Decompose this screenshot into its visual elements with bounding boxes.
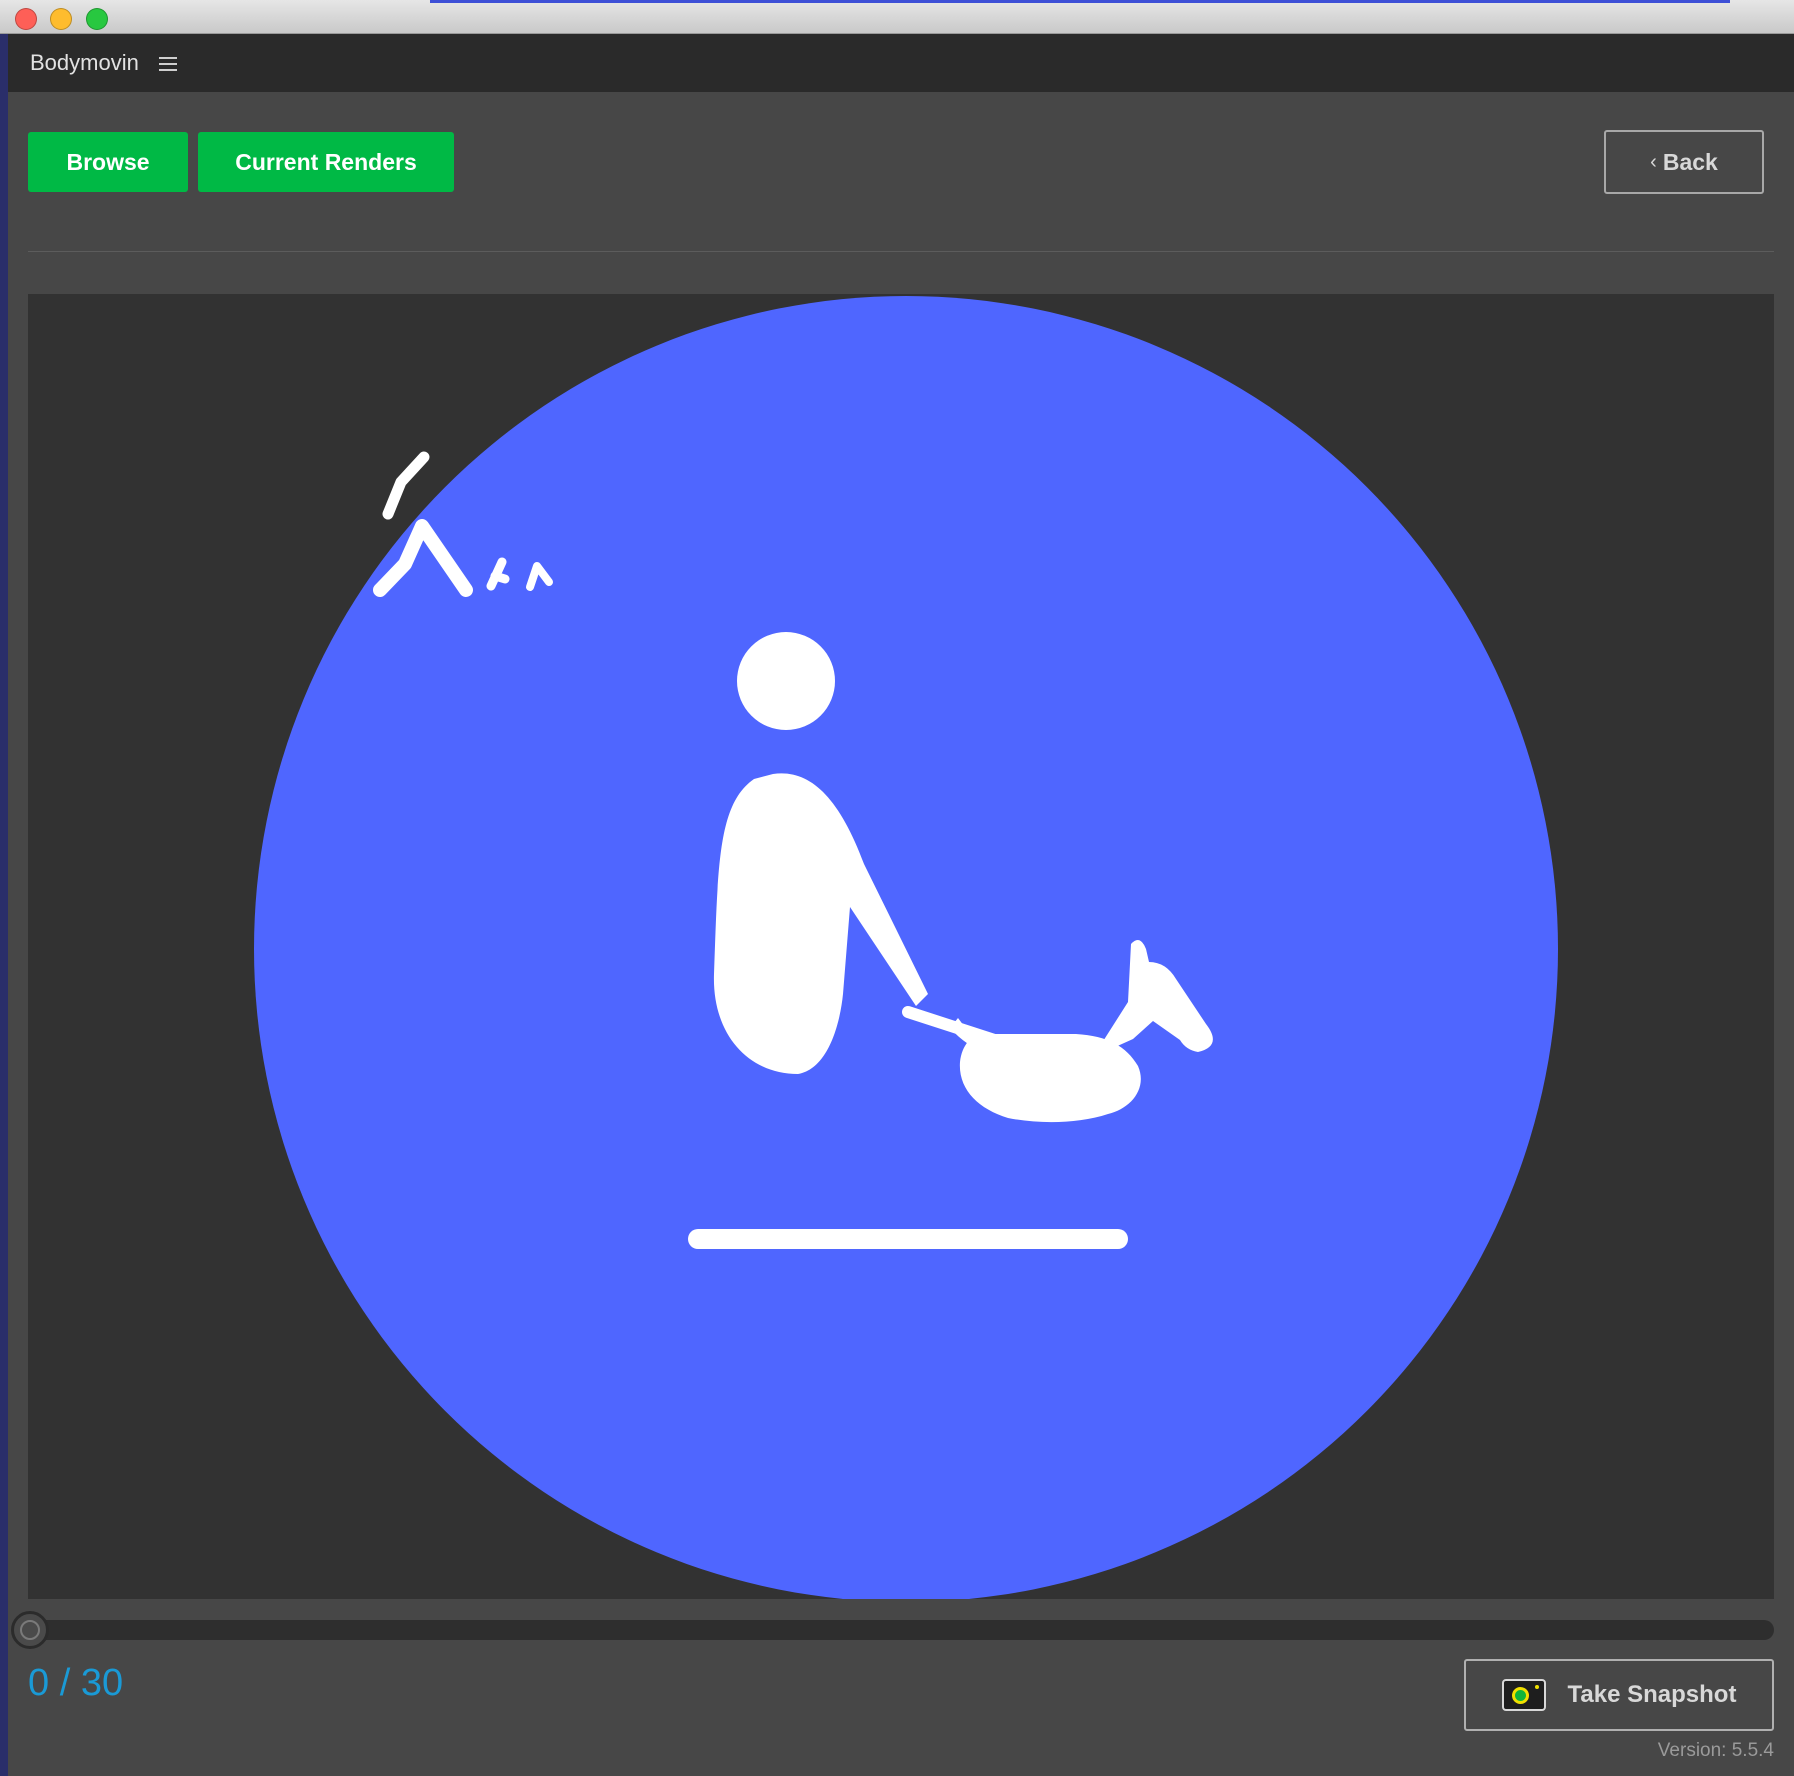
browse-button[interactable]: Browse bbox=[28, 132, 188, 192]
preview-circle bbox=[254, 296, 1558, 1599]
hamburger-menu-icon[interactable] bbox=[158, 55, 179, 71]
close-window-button[interactable] bbox=[15, 8, 37, 30]
version-label: Version: 5.5.4 bbox=[1657, 1740, 1774, 1761]
panel-header: Bodymovin bbox=[8, 34, 1794, 92]
window-titlebar bbox=[0, 0, 1794, 34]
timeline-slider-track[interactable] bbox=[28, 1620, 1774, 1640]
maximize-window-button[interactable] bbox=[86, 8, 108, 30]
frame-separator: / bbox=[49, 1662, 81, 1704]
background-window-edge bbox=[0, 34, 8, 1776]
camera-icon bbox=[1501, 1679, 1546, 1711]
timeline-slider-thumb[interactable] bbox=[11, 1611, 49, 1649]
animation-canvas bbox=[254, 296, 1558, 1599]
animation-preview bbox=[28, 294, 1774, 1599]
back-button[interactable]: ‹ Back bbox=[1604, 130, 1764, 194]
total-frames: 30 bbox=[80, 1662, 124, 1704]
minimize-window-button[interactable] bbox=[50, 8, 72, 30]
titlebar-accent-stripe bbox=[430, 0, 1730, 3]
take-snapshot-label: Take Snapshot bbox=[1567, 1681, 1737, 1708]
back-button-label: Back bbox=[1662, 148, 1718, 175]
toolbar-divider bbox=[28, 251, 1774, 252]
current-frame: 0 bbox=[28, 1662, 50, 1704]
take-snapshot-button[interactable]: Take Snapshot bbox=[1464, 1659, 1774, 1731]
frame-counter: 0 / 30 bbox=[28, 1662, 123, 1705]
current-renders-button[interactable]: Current Renders bbox=[198, 132, 454, 192]
chevron-left-icon: ‹ bbox=[1650, 150, 1657, 173]
panel-title: Bodymovin bbox=[30, 50, 139, 75]
bodymovin-panel: Bodymovin Browse Current Renders ‹ Back bbox=[8, 34, 1794, 1776]
